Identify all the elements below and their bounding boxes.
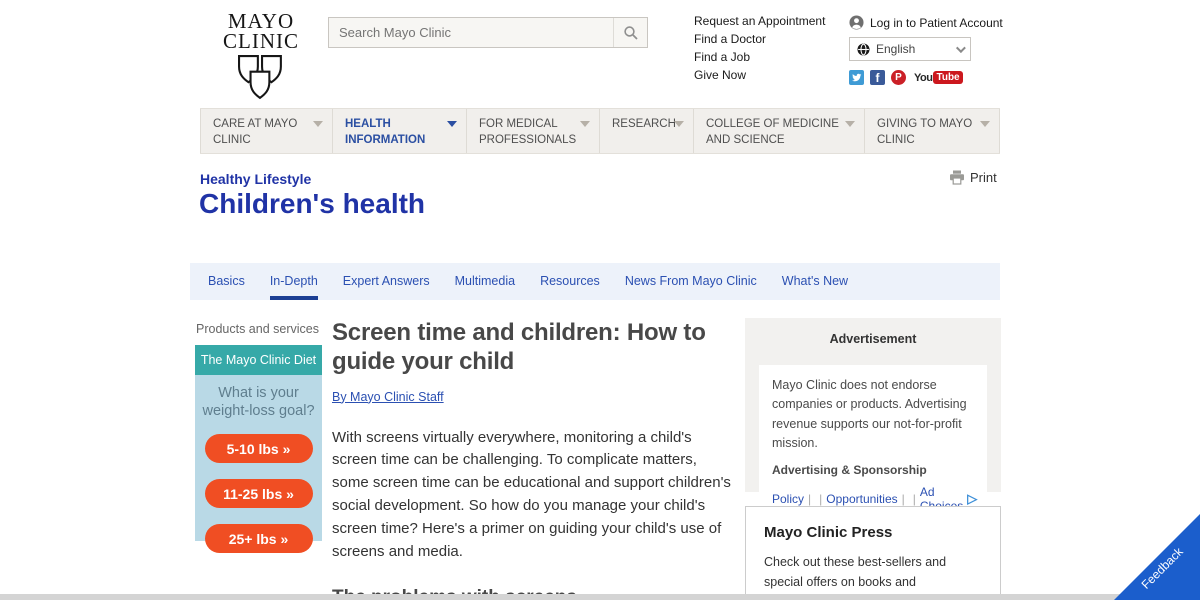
nav-health-information[interactable]: HEALTH INFORMATION: [333, 109, 467, 153]
weight-goal-11-25-button[interactable]: 11-25 lbs »: [205, 479, 313, 508]
nav-research[interactable]: RESEARCH: [600, 109, 694, 153]
nav-giving-to-mayo-clinic[interactable]: GIVING TO MAYO CLINIC: [865, 109, 1000, 153]
article-intro-paragraph: With screens virtually everywhere, monit…: [332, 427, 734, 565]
patient-account-login[interactable]: Log in to Patient Account: [849, 15, 1003, 30]
diet-ad-body: What is your weight-loss goal? 5-10 lbs …: [195, 375, 322, 541]
byline-link[interactable]: By Mayo Clinic Staff: [332, 390, 444, 404]
three-shields-icon: [234, 55, 288, 101]
social-links: f P You Tube: [849, 70, 963, 85]
breadcrumb[interactable]: Healthy Lifestyle: [200, 171, 311, 187]
search-icon: [623, 25, 639, 41]
person-icon: [849, 15, 864, 30]
globe-icon: [857, 43, 870, 56]
mayo-clinic-diet-ad[interactable]: The Mayo Clinic Diet What is your weight…: [195, 345, 322, 541]
link-separator: |: [913, 492, 916, 506]
search-input[interactable]: [329, 25, 613, 40]
nav-item-label: COLLEGE OF MEDICINE AND SCIENCE: [706, 118, 839, 146]
request-appointment-link[interactable]: Request an Appointment: [694, 15, 825, 27]
link-separator: |: [902, 492, 905, 506]
find-doctor-link[interactable]: Find a Doctor: [694, 33, 825, 45]
diet-ad-question: What is your weight-loss goal?: [195, 384, 322, 420]
twitter-icon[interactable]: [849, 70, 864, 85]
mayo-clinic-logo[interactable]: MAYO CLINIC: [213, 12, 309, 106]
article-main: Screen time and children: How to guide y…: [332, 318, 734, 600]
link-separator: |: [819, 492, 822, 506]
caret-down-icon: [313, 121, 323, 127]
link-separator: |: [808, 492, 811, 506]
twitter-bird-icon: [851, 72, 862, 83]
diet-ad-title: The Mayo Clinic Diet: [195, 345, 322, 375]
tab-in-depth[interactable]: In-Depth: [270, 263, 318, 300]
youtube-wordmark-you: You: [914, 72, 932, 84]
weight-goal-5-10-button[interactable]: 5-10 lbs »: [205, 434, 313, 463]
language-selected-value: English: [876, 42, 915, 56]
nav-item-label: HEALTH INFORMATION: [345, 118, 425, 146]
advertisement-box: Advertisement Mayo Clinic does not endor…: [745, 318, 1001, 492]
policy-link[interactable]: Policy: [772, 492, 804, 506]
article-tab-bar: Basics In-Depth Expert Answers Multimedi…: [190, 263, 1000, 300]
language-selector[interactable]: English: [849, 37, 971, 61]
facebook-glyph: f: [876, 71, 880, 85]
tab-whats-new[interactable]: What's New: [782, 263, 848, 300]
feedback-ribbon[interactable]: Feedback: [1114, 514, 1200, 600]
login-label: Log in to Patient Account: [870, 16, 1003, 30]
nav-item-label: FOR MEDICAL PROFESSIONALS: [479, 118, 576, 146]
nav-item-label: RESEARCH: [612, 118, 676, 130]
advertisement-inner-box: Mayo Clinic does not endorse companies o…: [759, 365, 987, 523]
article-title: Screen time and children: How to guide y…: [332, 318, 734, 377]
youtube-icon[interactable]: You Tube: [914, 71, 963, 84]
nav-college-of-medicine[interactable]: COLLEGE OF MEDICINE AND SCIENCE: [694, 109, 865, 153]
adchoices-icon[interactable]: ▷: [967, 491, 977, 507]
printer-icon: [949, 170, 965, 185]
footer-strip: [0, 594, 1200, 600]
search-bar: [328, 17, 648, 48]
tab-multimedia[interactable]: Multimedia: [455, 263, 515, 300]
pinterest-glyph: P: [895, 72, 902, 83]
page: MAYO CLINIC Request an Appointment Find …: [0, 0, 1200, 600]
caret-down-icon: [980, 121, 990, 127]
caret-down-icon: [845, 121, 855, 127]
nav-item-label: GIVING TO MAYO CLINIC: [877, 118, 972, 146]
main-navigation: CARE AT MAYO CLINIC HEALTH INFORMATION F…: [200, 108, 1000, 154]
weight-goal-25plus-button[interactable]: 25+ lbs »: [205, 524, 313, 553]
print-button[interactable]: Print: [949, 170, 997, 185]
mayo-clinic-press-box: Mayo Clinic Press Check out these best-s…: [745, 506, 1001, 600]
caret-down-icon: [447, 121, 457, 127]
tab-news-from-mayo-clinic[interactable]: News From Mayo Clinic: [625, 263, 757, 300]
opportunities-link[interactable]: Opportunities: [826, 492, 897, 506]
ad-disclaimer-text: Mayo Clinic does not endorse companies o…: [772, 376, 974, 454]
logo-text-line2: CLINIC: [213, 32, 309, 52]
press-text: Check out these best-sellers and special…: [764, 552, 982, 600]
find-job-link[interactable]: Find a Job: [694, 51, 825, 63]
caret-down-icon: [580, 121, 590, 127]
tab-basics[interactable]: Basics: [208, 263, 245, 300]
tab-expert-answers[interactable]: Expert Answers: [343, 263, 430, 300]
nav-for-medical-professionals[interactable]: FOR MEDICAL PROFESSIONALS: [467, 109, 600, 153]
print-label: Print: [970, 170, 997, 185]
chevron-down-icon: [956, 43, 966, 53]
press-heading: Mayo Clinic Press: [764, 524, 982, 541]
advertisement-label: Advertisement: [745, 318, 1001, 346]
products-services-heading: Products and services: [196, 322, 319, 336]
sponsorship-heading: Advertising & Sponsorship: [772, 463, 974, 477]
search-button[interactable]: [613, 18, 647, 47]
youtube-wordmark-tube: Tube: [933, 71, 962, 84]
header-quick-links: Request an Appointment Find a Doctor Fin…: [694, 15, 825, 87]
page-title: Children's health: [199, 188, 425, 220]
pinterest-icon[interactable]: P: [891, 70, 906, 85]
give-now-link[interactable]: Give Now: [694, 69, 825, 81]
tab-resources[interactable]: Resources: [540, 263, 600, 300]
facebook-icon[interactable]: f: [870, 70, 885, 85]
nav-item-label: CARE AT MAYO CLINIC: [213, 118, 297, 146]
caret-down-icon: [674, 121, 684, 127]
nav-care-at-mayo-clinic[interactable]: CARE AT MAYO CLINIC: [200, 109, 333, 153]
